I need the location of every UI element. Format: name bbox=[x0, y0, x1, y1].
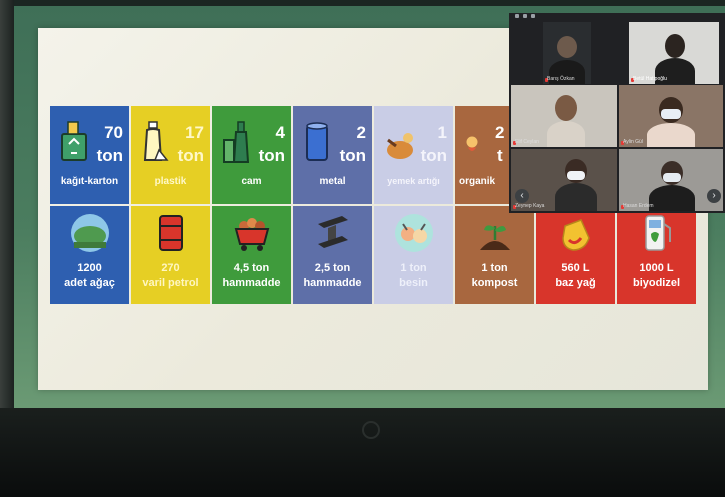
participant-tile[interactable]: Aylin Gül bbox=[619, 85, 723, 147]
organic-waste-icon bbox=[466, 136, 478, 151]
tile-unit: ton bbox=[96, 146, 123, 165]
tile-description: besin bbox=[399, 277, 428, 289]
video-call-overlay[interactable]: Barış Özkan Betül Hatipoğlu Elif Ceylan … bbox=[509, 13, 725, 213]
tile-caption: kağıt-karton bbox=[60, 176, 119, 187]
overlay-toolbar bbox=[509, 13, 725, 20]
tile-value: 270 bbox=[161, 262, 180, 274]
tile-base-oil: 560 L baz yağ bbox=[536, 206, 615, 304]
participant-name: Aylin Gül bbox=[623, 139, 643, 145]
tile-amount: 2 bbox=[356, 123, 366, 142]
participant-video bbox=[665, 34, 685, 58]
tile-value: 2,5 ton bbox=[314, 262, 351, 274]
tile-unit: t bbox=[497, 146, 503, 165]
tree-icon bbox=[71, 214, 109, 252]
participant-tile[interactable]: Barış Özkan bbox=[543, 22, 591, 84]
tile-value: 560 L bbox=[561, 262, 590, 274]
tile-unit: ton bbox=[258, 146, 285, 165]
tile-value: 1 ton bbox=[481, 262, 508, 274]
participant-video bbox=[555, 183, 597, 211]
laptop-logo bbox=[362, 421, 380, 439]
tile-organic: 2 t organik bbox=[455, 106, 509, 204]
tile-value: 4,5 ton bbox=[233, 262, 270, 274]
tile-description: hammadde bbox=[303, 277, 362, 289]
tile-barrel: 270 varil petrol bbox=[131, 206, 210, 304]
tile-unit: ton bbox=[177, 146, 204, 165]
tile-caption: yemek artığı bbox=[387, 176, 440, 186]
fuel-pump-icon bbox=[645, 215, 671, 251]
next-page-button[interactable]: › bbox=[707, 189, 721, 203]
oil-drop-icon bbox=[562, 219, 590, 251]
tile-glass: 4 ton cam bbox=[212, 106, 291, 204]
participant-name: Zeynep Kaya bbox=[515, 203, 545, 209]
tile-paper: 70 ton kağıt-karton bbox=[50, 106, 129, 204]
participant-video bbox=[567, 171, 585, 180]
participant-tile[interactable]: Elif Ceylan bbox=[511, 85, 617, 147]
previous-page-button[interactable]: ‹ bbox=[515, 189, 529, 203]
animals-icon bbox=[395, 214, 433, 252]
tile-food: 1 ton yemek artığı bbox=[374, 106, 453, 204]
tile-amount: 17 bbox=[185, 123, 204, 142]
tile-steel: 2,5 ton hammadde bbox=[293, 206, 372, 304]
tile-description: biyodizel bbox=[632, 277, 681, 289]
tile-feed: 1 ton besin bbox=[374, 206, 453, 304]
sprout-icon bbox=[480, 225, 510, 250]
tile-description: kompost bbox=[471, 277, 518, 289]
tile-unit: ton bbox=[420, 146, 447, 165]
tile-amount: 2 bbox=[495, 123, 505, 142]
tile-amount: 4 bbox=[275, 123, 285, 142]
tile-value: 1 ton bbox=[400, 262, 427, 274]
tile-description: hammadde bbox=[222, 277, 281, 289]
tile-description: baz yağ bbox=[555, 277, 596, 289]
tile-compost: 1 ton kompost bbox=[455, 206, 534, 304]
participant-video bbox=[647, 123, 695, 147]
tile-value: 1000 L bbox=[639, 262, 674, 274]
participant-name: Elif Ceylan bbox=[515, 139, 539, 145]
participant-video bbox=[661, 109, 681, 119]
participant-video bbox=[663, 173, 681, 182]
tile-description: adet ağaç bbox=[64, 277, 115, 289]
steel-beam-icon bbox=[318, 216, 348, 248]
tile-amount: 1 bbox=[437, 123, 447, 142]
participant-tile[interactable]: Betül Hatipoğlu bbox=[629, 22, 719, 84]
oil-barrel-icon bbox=[159, 215, 183, 251]
tile-ore: 4,5 ton hammadde bbox=[212, 206, 291, 304]
tile-caption: plastik bbox=[154, 176, 187, 187]
laptop-body bbox=[0, 408, 725, 497]
participant-name: Barış Özkan bbox=[547, 76, 575, 82]
mine-cart-icon bbox=[234, 218, 270, 251]
participant-name: Hasan Erdem bbox=[623, 203, 654, 209]
participant-video bbox=[557, 36, 577, 58]
tile-amount: 70 bbox=[104, 123, 123, 142]
layout-icon[interactable] bbox=[523, 14, 527, 18]
tile-metal: 2 ton metal bbox=[293, 106, 372, 204]
participant-tile[interactable]: Hasan Erdem bbox=[619, 149, 723, 211]
tile-caption: cam bbox=[241, 176, 262, 187]
tile-plastic: 17 ton plastik bbox=[131, 106, 210, 204]
tile-caption: organik bbox=[459, 176, 496, 187]
tile-value: 1200 bbox=[77, 262, 102, 274]
tile-biodiesel: 1000 L biyodizel bbox=[617, 206, 696, 304]
tile-caption: metal bbox=[319, 176, 346, 187]
participant-tile[interactable]: Zeynep Kaya bbox=[511, 149, 617, 211]
minimize-icon[interactable] bbox=[515, 14, 519, 18]
tile-unit: ton bbox=[339, 146, 366, 165]
participant-video bbox=[547, 121, 585, 147]
participant-name: Betül Hatipoğlu bbox=[633, 76, 667, 82]
tile-trees: 1200 adet ağaç bbox=[50, 206, 129, 304]
participant-video bbox=[555, 95, 577, 121]
participant-video bbox=[649, 185, 695, 211]
tile-description: varil petrol bbox=[142, 277, 199, 289]
expand-icon[interactable] bbox=[531, 14, 535, 18]
